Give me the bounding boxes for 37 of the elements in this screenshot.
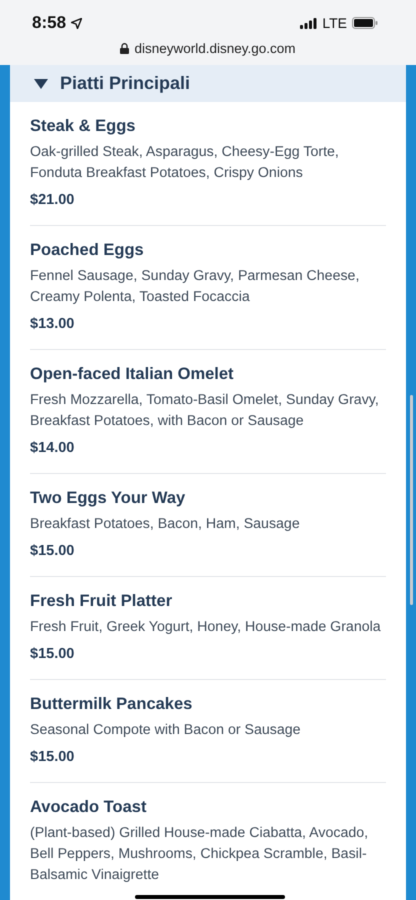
dish-price: $14.00 <box>30 439 74 458</box>
dish-name: Open-faced Italian Omelet <box>30 364 234 384</box>
dish-name: Two Eggs Your Way <box>30 488 186 508</box>
dish-name: Buttermilk Pancakes <box>30 694 192 714</box>
battery-icon <box>352 17 378 29</box>
dish-name: Fresh Fruit Platter <box>30 591 172 611</box>
dish-description: Fonduta Breakfast Potatoes, Crispy Onions <box>30 164 303 183</box>
signal-icon <box>300 18 318 28</box>
address-url[interactable]: disneyworld.disney.go.com <box>134 41 296 56</box>
caret-icon[interactable] <box>34 78 48 88</box>
dish-description: Bell Peppers, Mushrooms, Chickpea Scramble, Basil- <box>30 845 367 864</box>
dish-price: $15.00 <box>30 645 74 664</box>
scrollbar-thumb[interactable] <box>410 395 413 605</box>
dish-description: Balsamic Vinaigrette <box>30 866 160 885</box>
dish-name: Avocado Toast <box>30 797 146 817</box>
dish-price: $15.00 <box>30 748 74 767</box>
dish-price: $15.00 <box>30 542 74 561</box>
status-time: 8:58 <box>32 13 66 33</box>
dish-description: Oak-grilled Steak, Asparagus, Cheesy-Egg Torte, <box>30 143 339 162</box>
lock-icon <box>120 43 130 54</box>
dish-price: $13.00 <box>30 315 74 334</box>
dish-description: Breakfast Potatoes, with Bacon or Sausage <box>30 412 304 431</box>
dish-description: Creamy Polenta, Toasted Focaccia <box>30 288 250 307</box>
dish-price: $21.00 <box>30 191 74 210</box>
section-header[interactable]: Piatti Principali <box>10 65 406 102</box>
location-arrow-icon <box>71 18 82 28</box>
dish-name: Poached Eggs <box>30 240 144 260</box>
dish-description: Fennel Sausage, Sunday Gravy, Parmesan Cheese, <box>30 267 360 286</box>
dish-description: Breakfast Potatoes, Bacon, Ham, Sausage <box>30 515 300 534</box>
dish-description: Fresh Mozzarella, Tomato-Basil Omelet, Sunday Gravy, <box>30 391 379 410</box>
section-title: Piatti Principali <box>60 73 190 94</box>
dish-description: Fresh Fruit, Greek Yogurt, Honey, House-made Granola <box>30 618 381 637</box>
dish-description: Seasonal Compote with Bacon or Sausage <box>30 721 301 740</box>
dish-name: Steak & Eggs <box>30 116 136 136</box>
network-label: LTE <box>322 15 347 31</box>
dish-description: (Plant-based) Grilled House-made Ciabatta, Avocado, <box>30 824 368 843</box>
home-indicator[interactable] <box>135 895 285 899</box>
